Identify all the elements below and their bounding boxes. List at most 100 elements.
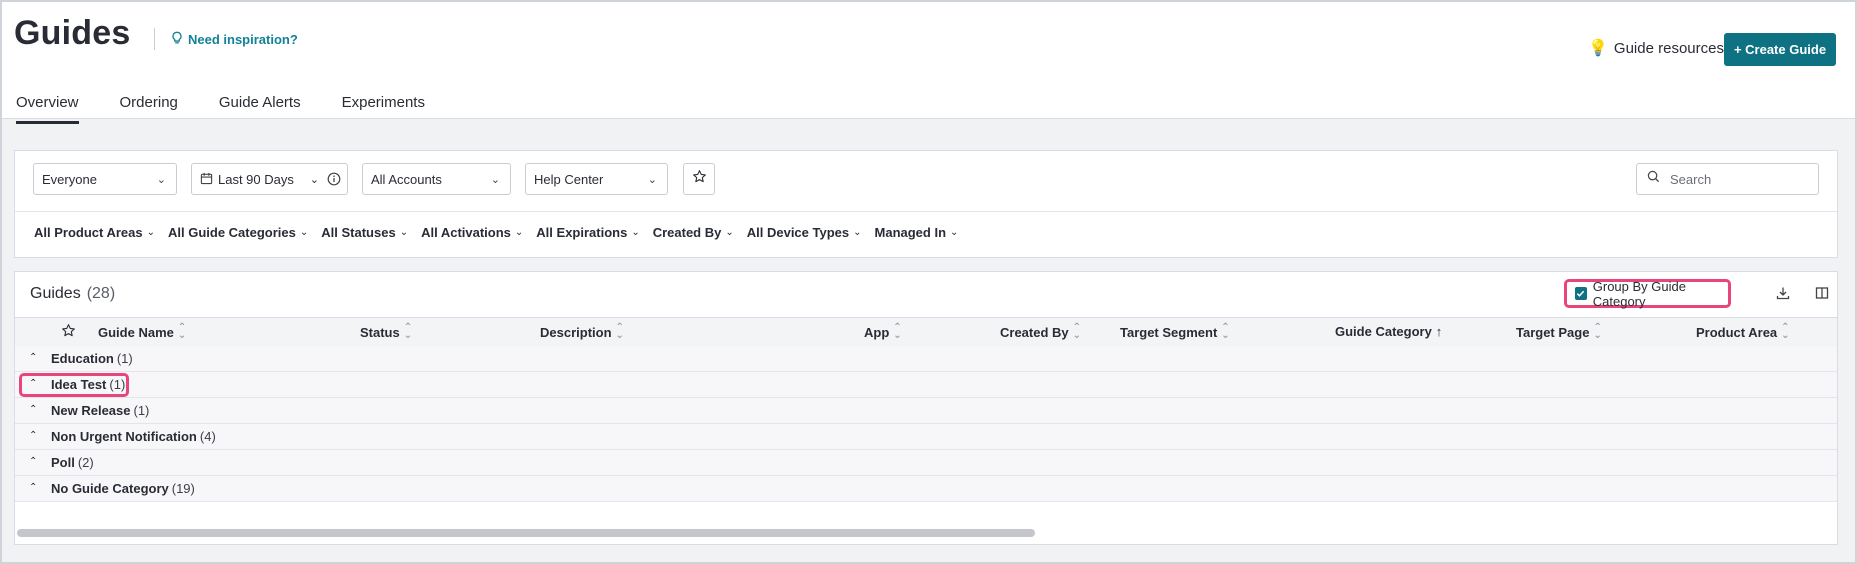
column-header-description[interactable]: Description ⌃ ⌄ xyxy=(540,322,624,341)
table-count: (28) xyxy=(86,285,116,302)
group-row-idea-test[interactable]: ⌃ Idea Test (1) xyxy=(15,372,1837,398)
chevron-down-icon: ⌄ xyxy=(490,174,500,186)
column-label: Status xyxy=(360,324,400,340)
product-areas-filter[interactable]: All Product Areas ⌄ xyxy=(34,225,155,240)
lightbulb-icon xyxy=(170,31,184,48)
favorite-filter-button[interactable] xyxy=(683,163,715,195)
sort-icon: ⌃ ⌄ xyxy=(615,322,624,341)
title-divider xyxy=(154,28,155,50)
chevron-down-icon: ⌄ xyxy=(146,227,155,238)
column-header-target-segment[interactable]: Target Segment ⌃ ⌄ xyxy=(1120,322,1230,341)
search-input[interactable] xyxy=(1668,170,1802,188)
group-by-category-checkbox[interactable]: Group By Guide Category xyxy=(1564,278,1731,309)
column-label: Description xyxy=(540,324,612,340)
date-range-select[interactable]: Last 90 Days ⌄ xyxy=(191,163,348,195)
column-label: Product Area xyxy=(1696,324,1778,340)
search-icon xyxy=(1647,170,1660,188)
column-label: Guide Category xyxy=(1335,324,1432,339)
tab-experiments[interactable]: Experiments xyxy=(342,94,425,124)
segment-select[interactable]: Everyone ⌄ xyxy=(33,163,177,195)
group-row-no-guide-category[interactable]: ⌃ No Guide Category (19) xyxy=(15,476,1837,502)
need-inspiration-link[interactable]: Need inspiration? xyxy=(170,31,298,48)
group-name: Poll xyxy=(51,455,75,470)
sort-icon: ⌃ ⌄ xyxy=(893,322,902,341)
chevron-down-icon: ⌄ xyxy=(156,174,166,186)
table-title: Guides (28) xyxy=(30,285,115,303)
columns-icon[interactable] xyxy=(1812,283,1832,303)
checkbox-checked-icon xyxy=(1575,287,1587,300)
collapse-chevron-icon[interactable]: ⌃ xyxy=(29,404,37,415)
filter-row-primary: Everyone ⌄ Last 90 Days ⌄ All Accounts ⌄… xyxy=(33,163,1837,197)
star-icon xyxy=(61,323,76,341)
app-select-value: Help Center xyxy=(534,171,604,187)
accounts-select[interactable]: All Accounts ⌄ xyxy=(362,163,511,195)
expirations-filter[interactable]: All Expirations ⌄ xyxy=(536,225,639,240)
horizontal-scrollbar[interactable] xyxy=(17,529,1035,537)
activations-filter[interactable]: All Activations ⌄ xyxy=(421,225,523,240)
column-label: Created By xyxy=(1000,324,1069,340)
collapse-chevron-icon[interactable]: ⌃ xyxy=(29,352,37,363)
group-label: No Guide Category (19) xyxy=(51,481,195,496)
device-types-filter[interactable]: All Device Types ⌄ xyxy=(747,225,862,240)
column-header-guide-category[interactable]: Guide Category ↑ xyxy=(1335,324,1442,339)
filter-divider xyxy=(15,211,1837,212)
guides-table-panel: Guides (28) Group By Guide Category Guide… xyxy=(14,271,1838,545)
group-name: New Release xyxy=(51,403,131,418)
favorite-column-header[interactable] xyxy=(61,323,76,341)
create-guide-button[interactable]: + Create Guide xyxy=(1724,33,1836,66)
app-select[interactable]: Help Center ⌄ xyxy=(525,163,668,195)
column-label: Target Segment xyxy=(1120,324,1218,340)
product-areas-label: All Product Areas xyxy=(34,225,143,240)
guide-categories-filter[interactable]: All Guide Categories ⌄ xyxy=(168,225,308,240)
guide-resources-label: Guide resources xyxy=(1613,39,1724,57)
statuses-label: All Statuses xyxy=(321,225,396,240)
group-row-non-urgent-notification[interactable]: ⌃ Non Urgent Notification (4) xyxy=(15,424,1837,450)
column-label: Guide Name xyxy=(98,324,174,340)
chevron-down-icon: ⌄ xyxy=(647,174,657,186)
top-header: Guides Need inspiration? 💡 Guide resourc… xyxy=(2,2,1855,124)
info-icon[interactable] xyxy=(327,172,341,189)
collapse-chevron-icon[interactable]: ⌃ xyxy=(29,482,37,493)
column-header-status[interactable]: Status ⌃ ⌄ xyxy=(360,322,413,341)
chevron-down-icon: ⌄ xyxy=(514,227,524,238)
collapse-chevron-icon[interactable]: ⌃ xyxy=(29,456,37,467)
chevron-down-icon: ⌄ xyxy=(631,227,640,238)
group-count: (1) xyxy=(133,403,150,418)
column-label: App xyxy=(864,324,890,340)
chevron-down-icon: ⌄ xyxy=(399,227,409,238)
group-row-education[interactable]: ⌃ Education (1) xyxy=(15,346,1837,372)
column-header-product-area[interactable]: Product Area ⌃ ⌄ xyxy=(1696,322,1790,341)
created-by-filter[interactable]: Created By ⌄ xyxy=(653,225,734,240)
group-label: Idea Test (1) xyxy=(51,377,125,392)
device-types-label: All Device Types xyxy=(746,225,850,240)
tab-guide-alerts[interactable]: Guide Alerts xyxy=(219,94,301,124)
sort-icon: ⌃ ⌄ xyxy=(403,322,413,341)
group-label: New Release (1) xyxy=(51,403,149,418)
group-row-new-release[interactable]: ⌃ New Release (1) xyxy=(15,398,1837,424)
chevron-down-icon: ⌄ xyxy=(853,227,862,238)
sort-icon: ⌃ ⌄ xyxy=(1781,322,1790,341)
tab-ordering[interactable]: Ordering xyxy=(120,94,178,124)
group-name: Idea Test xyxy=(51,377,107,392)
group-count: (19) xyxy=(171,481,195,496)
search-field[interactable] xyxy=(1636,163,1819,195)
guide-resources-link[interactable]: 💡 Guide resources xyxy=(1588,38,1724,58)
column-header-app[interactable]: App ⌃ ⌄ xyxy=(864,322,902,341)
download-icon[interactable] xyxy=(1773,283,1793,303)
statuses-filter[interactable]: All Statuses ⌄ xyxy=(321,225,408,240)
tab-bar: Overview Ordering Guide Alerts Experimen… xyxy=(16,94,466,124)
column-header-target-page[interactable]: Target Page ⌃ ⌄ xyxy=(1516,323,1602,341)
group-by-label: Group By Guide Category xyxy=(1592,278,1686,309)
collapse-chevron-icon[interactable]: ⌃ xyxy=(29,378,37,389)
tab-overview[interactable]: Overview xyxy=(16,94,79,124)
collapse-chevron-icon[interactable]: ⌃ xyxy=(29,430,37,441)
column-header-created-by[interactable]: Created By ⌃ ⌄ xyxy=(1000,323,1081,341)
calendar-icon xyxy=(200,172,213,188)
sort-icon: ⌃ ⌄ xyxy=(1221,322,1230,341)
filter-panel: Everyone ⌄ Last 90 Days ⌄ All Accounts ⌄… xyxy=(14,150,1838,258)
column-label: Target Page xyxy=(1516,324,1590,340)
managed-in-filter[interactable]: Managed In ⌄ xyxy=(875,225,959,240)
segment-select-value: Everyone xyxy=(42,171,97,187)
group-row-poll[interactable]: ⌃ Poll (2) xyxy=(15,450,1837,476)
column-header-guide-name[interactable]: Guide Name ⌃ ⌄ xyxy=(98,323,186,341)
